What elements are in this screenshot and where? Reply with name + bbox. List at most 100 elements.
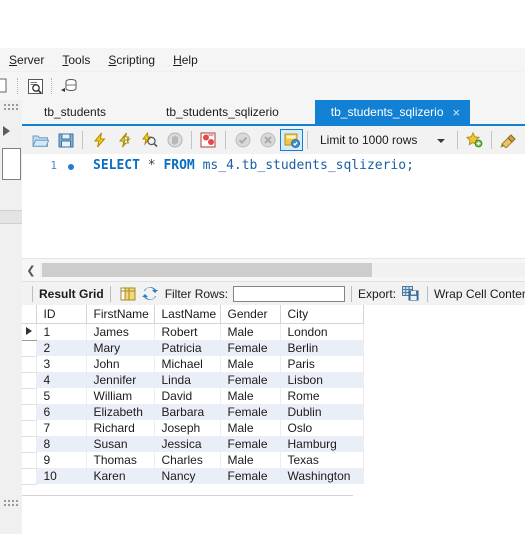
add-snippet-icon[interactable] [462, 128, 487, 152]
tab-tb-students-sqlizerio-active[interactable]: tb_students_sqlizerio × [314, 100, 471, 124]
open-script-icon[interactable] [28, 128, 53, 152]
table-row[interactable]: 5 William David Male Rome [22, 388, 364, 405]
execute-statement-icon[interactable] [87, 128, 112, 152]
filter-rows-input[interactable] [233, 285, 346, 302]
refresh-icon[interactable] [139, 284, 161, 304]
row-selector-cell[interactable] [22, 340, 37, 357]
cell-gender[interactable]: Female [220, 436, 281, 452]
menu-item-help[interactable]: Help [164, 50, 207, 70]
menu-item-tools[interactable]: Tools [53, 50, 99, 70]
toggle-autocommit-icon[interactable] [280, 129, 303, 151]
cell-city[interactable]: Lisbon [280, 372, 364, 388]
tab-tb-students-sqlizerio-1[interactable]: tb_students_sqlizerio [150, 100, 295, 124]
save-script-icon[interactable] [53, 128, 78, 152]
cell-lastname[interactable]: Jessica [154, 436, 221, 452]
table-row[interactable]: 4 Jennifer Linda Female Lisbon [22, 372, 364, 389]
cell-city[interactable]: Texas [280, 452, 364, 468]
cell-firstname[interactable]: Karen [86, 468, 155, 484]
cell-id[interactable]: 5 [36, 388, 87, 404]
cell-lastname[interactable]: Joseph [154, 420, 221, 436]
cell-gender[interactable]: Female [220, 340, 281, 356]
table-row[interactable]: 2 Mary Patricia Female Berlin [22, 340, 364, 357]
cell-id[interactable]: 2 [36, 340, 87, 356]
chevron-down-icon[interactable] [437, 139, 446, 143]
table-row[interactable]: 1 James Robert Male London [22, 323, 364, 341]
column-header-lastname[interactable]: LastName [154, 305, 221, 324]
row-selector-cell[interactable] [22, 323, 37, 341]
cell-lastname[interactable]: David [154, 388, 221, 404]
result-grid-label[interactable]: Result Grid [39, 287, 104, 301]
sidebar-expand-arrow-icon[interactable] [3, 126, 10, 136]
cell-id[interactable]: 1 [36, 323, 87, 340]
cell-id[interactable]: 4 [36, 372, 87, 388]
row-selector-cell[interactable] [22, 436, 37, 453]
cell-firstname[interactable]: John [86, 356, 155, 372]
cell-gender[interactable]: Female [220, 468, 281, 484]
row-selector-cell[interactable] [22, 420, 37, 437]
column-header-city[interactable]: City [280, 305, 364, 324]
cell-gender[interactable]: Male [220, 452, 281, 468]
cell-lastname[interactable]: Linda [154, 372, 221, 388]
menu-item-scripting[interactable]: Scripting [99, 50, 164, 70]
table-row[interactable]: 8 Susan Jessica Female Hamburg [22, 436, 364, 453]
sql-query-line[interactable]: SELECT * FROM ms_4.tb_students_sqlizerio… [93, 158, 414, 173]
cell-city[interactable]: Washington [280, 468, 364, 484]
column-header-firstname[interactable]: FirstName [86, 305, 155, 324]
row-selector-cell[interactable] [22, 468, 37, 485]
menu-item-server[interactable]: Server [0, 50, 53, 70]
cell-lastname[interactable]: Nancy [154, 468, 221, 484]
cell-gender[interactable]: Male [220, 323, 281, 340]
cell-id[interactable]: 6 [36, 404, 87, 420]
table-row[interactable]: 7 Richard Joseph Male Oslo [22, 420, 364, 437]
inspect-schema-icon[interactable] [22, 74, 48, 98]
sidebar-grip-handle-bottom[interactable] [4, 500, 18, 510]
cell-lastname[interactable]: Patricia [154, 340, 221, 356]
cell-firstname[interactable]: James [86, 323, 155, 340]
cell-id[interactable]: 9 [36, 452, 87, 468]
cell-city[interactable]: Hamburg [280, 436, 364, 452]
column-header-id[interactable]: ID [36, 305, 87, 324]
rollback-transaction-icon[interactable] [255, 128, 280, 152]
row-selector-cell[interactable] [22, 372, 37, 389]
cell-gender[interactable]: Female [220, 372, 281, 388]
cell-lastname[interactable]: Charles [154, 452, 221, 468]
explain-query-icon[interactable] [137, 128, 162, 152]
table-row[interactable]: 6 Elizabeth Barbara Female Dublin [22, 404, 364, 421]
stop-execution-icon[interactable] [162, 128, 187, 152]
sql-editor[interactable]: 1 SELECT * FROM ms_4.tb_students_sqlizer… [22, 154, 525, 258]
row-selector-cell[interactable] [22, 452, 37, 469]
table-row[interactable]: 9 Thomas Charles Male Texas [22, 452, 364, 469]
cell-firstname[interactable]: Richard [86, 420, 155, 436]
row-selector-cell[interactable] [22, 404, 37, 421]
cell-id[interactable]: 10 [36, 468, 87, 484]
commit-transaction-icon[interactable] [230, 128, 255, 152]
grid-view-icon[interactable] [117, 284, 139, 304]
tab-tb-students[interactable]: tb_students [28, 100, 123, 124]
cell-city[interactable]: Berlin [280, 340, 364, 356]
row-selector-cell[interactable] [22, 388, 37, 405]
cell-lastname[interactable]: Barbara [154, 404, 221, 420]
table-row[interactable]: 3 John Michael Male Paris [22, 356, 364, 373]
execute-current-statement-icon[interactable] [112, 128, 137, 152]
chevron-left-icon[interactable]: ❮ [22, 259, 40, 281]
cell-firstname[interactable]: Thomas [86, 452, 155, 468]
editor-horizontal-scrollbar[interactable]: ❮ [22, 258, 525, 281]
scrollbar-thumb[interactable] [42, 263, 372, 277]
cell-gender[interactable]: Male [220, 356, 281, 372]
row-selector-cell[interactable] [22, 356, 37, 373]
cell-firstname[interactable]: Jennifer [86, 372, 155, 388]
cell-city[interactable]: Rome [280, 388, 364, 404]
cell-city[interactable]: London [280, 323, 364, 340]
limit-rows-label[interactable]: Limit to 1000 rows [320, 133, 417, 147]
close-icon[interactable]: × [453, 106, 461, 119]
cell-gender[interactable]: Female [220, 404, 281, 420]
toggle-stop-on-error-icon[interactable] [196, 128, 221, 152]
cell-gender[interactable]: Male [220, 388, 281, 404]
reconnect-server-icon[interactable] [56, 74, 82, 98]
beautify-sql-icon[interactable] [496, 128, 521, 152]
cell-lastname[interactable]: Michael [154, 356, 221, 372]
cell-id[interactable]: 7 [36, 420, 87, 436]
cell-city[interactable]: Dublin [280, 404, 364, 420]
cell-city[interactable]: Oslo [280, 420, 364, 436]
column-header-gender[interactable]: Gender [220, 305, 281, 324]
